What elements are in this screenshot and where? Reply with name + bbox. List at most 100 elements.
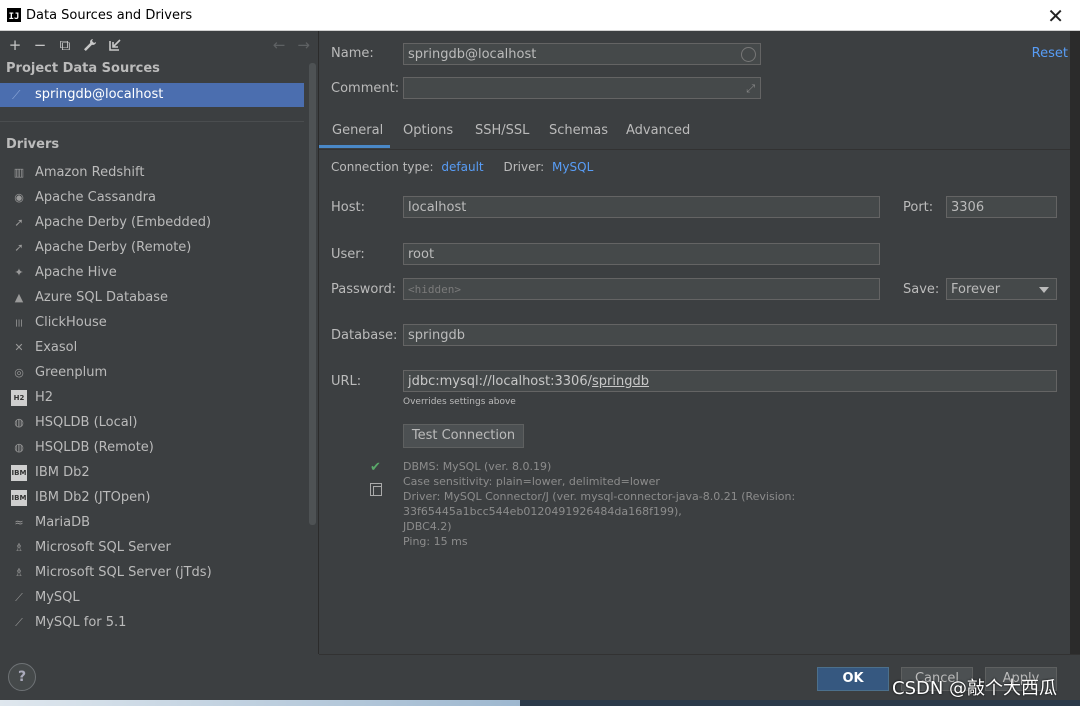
tab-schemas[interactable]: Schemas xyxy=(549,123,608,145)
driver-item[interactable]: H2 H2 xyxy=(0,385,318,410)
save-select[interactable]: Forever xyxy=(946,278,1057,300)
remove-icon[interactable]: − xyxy=(29,34,51,56)
driver-item[interactable]: ◍ HSQLDB (Local) xyxy=(0,410,318,435)
driver-label: Exasol xyxy=(35,340,78,355)
password-input[interactable]: <hidden> xyxy=(403,278,880,300)
port-label: Port: xyxy=(903,200,934,215)
driver-label: HSQLDB (Local) xyxy=(35,415,138,430)
h2-icon: H2 xyxy=(11,389,27,406)
data-source-label: springdb@localhost xyxy=(35,87,164,102)
chevron-down-icon xyxy=(1039,287,1049,293)
driver-list: ▥ Amazon Redshift ◉ Apache Cassandra ➚ Apache… xyxy=(0,160,318,635)
url-prefix: jdbc:mysql://localhost:3306/ xyxy=(408,374,592,389)
add-icon[interactable]: + xyxy=(4,34,26,56)
driver-item[interactable]: ➚ Apache Derby (Remote) xyxy=(0,235,318,260)
driver-label: MySQL xyxy=(35,590,80,605)
cassandra-icon: ◉ xyxy=(14,191,24,204)
tab-advanced[interactable]: Advanced xyxy=(626,123,690,145)
driver-item[interactable]: ◎ Greenplum xyxy=(0,360,318,385)
driver-item[interactable]: ⟋ MySQL for 5.1 xyxy=(0,610,318,635)
expand-icon[interactable]: ⤢ xyxy=(746,78,755,100)
copy-icon[interactable] xyxy=(370,483,382,496)
duplicate-icon[interactable]: ⧉ xyxy=(54,34,76,56)
connection-info: Connection type: default Driver: MySQL xyxy=(331,160,593,174)
status-line: Ping: 15 ms xyxy=(403,535,468,548)
name-input[interactable]: springdb@localhost xyxy=(403,43,761,65)
test-connection-button[interactable]: Test Connection xyxy=(403,424,524,448)
data-source-item[interactable]: ⟋ springdb@localhost xyxy=(0,83,304,107)
checkmark-icon: ✔ xyxy=(370,460,381,475)
ok-button[interactable]: OK xyxy=(817,667,889,691)
azure-icon: ▲ xyxy=(14,291,24,304)
clickhouse-icon: ||| xyxy=(15,318,23,327)
driver-label: HSQLDB (Remote) xyxy=(35,440,154,455)
greenplum-icon: ◎ xyxy=(14,366,24,379)
driver-item[interactable]: ➚ Apache Derby (Embedded) xyxy=(0,210,318,235)
driver-item[interactable]: ◍ HSQLDB (Remote) xyxy=(0,435,318,460)
driver-item[interactable]: ♗ Microsoft SQL Server xyxy=(0,535,318,560)
intellij-logo-icon: IJ xyxy=(7,8,21,22)
mysql-icon: ⟋ xyxy=(12,88,21,102)
driver-item[interactable]: ▲ Azure SQL Database xyxy=(0,285,318,310)
database-input[interactable]: springdb xyxy=(403,324,1057,346)
driver-label: ClickHouse xyxy=(35,315,107,330)
exasol-icon: ✕ xyxy=(14,341,24,354)
driver-item[interactable]: ♗ Microsoft SQL Server (jTds) xyxy=(0,560,318,585)
driver-item[interactable]: ▥ Amazon Redshift xyxy=(0,160,318,185)
status-line: JDBC4.2) xyxy=(403,520,452,533)
host-input[interactable]: localhost xyxy=(403,196,880,218)
driver-label: MySQL for 5.1 xyxy=(35,615,127,630)
driver-label: H2 xyxy=(35,390,54,405)
driver-item[interactable]: ◉ Apache Cassandra xyxy=(0,185,318,210)
ibm-icon: IBM xyxy=(11,489,27,506)
driver-item[interactable]: ≈ MariaDB xyxy=(0,510,318,535)
host-label: Host: xyxy=(331,200,365,215)
window-title: Data Sources and Drivers xyxy=(26,7,193,23)
color-picker-icon[interactable] xyxy=(741,47,756,62)
name-value: springdb@localhost xyxy=(408,47,537,62)
url-database: springdb xyxy=(591,374,649,389)
derby-icon: ➚ xyxy=(14,241,24,254)
tab-bar: General Options SSH/SSL Schemas Advanced xyxy=(319,119,1080,150)
hsqldb-icon: ◍ xyxy=(14,441,24,454)
mysql-icon: ⟋ xyxy=(15,590,23,604)
tab-ssh-ssl[interactable]: SSH/SSL xyxy=(475,123,529,145)
scrollbar[interactable] xyxy=(309,63,316,525)
tab-general[interactable]: General xyxy=(332,123,383,145)
connection-status: DBMS: MySQL (ver. 8.0.19) Case sensitivi… xyxy=(403,459,1043,549)
driver-link[interactable]: MySQL xyxy=(552,160,593,174)
driver-item[interactable]: ✕ Exasol xyxy=(0,335,318,360)
driver-item[interactable]: ||| ClickHouse xyxy=(0,310,318,335)
import-icon[interactable] xyxy=(104,34,126,56)
connection-type-link[interactable]: default xyxy=(441,160,483,174)
connection-type-label: Connection type: xyxy=(331,160,434,174)
driver-item[interactable]: ⟋ MySQL xyxy=(0,585,318,610)
url-input[interactable]: jdbc:mysql://localhost:3306/springdb xyxy=(403,370,1057,392)
driver-label: MariaDB xyxy=(35,515,91,530)
comment-input[interactable]: ⤢ xyxy=(403,77,761,99)
driver-label: Greenplum xyxy=(35,365,108,380)
wrench-icon[interactable] xyxy=(79,34,101,56)
mariadb-icon: ≈ xyxy=(14,516,24,529)
forward-icon[interactable]: → xyxy=(297,36,310,54)
driver-label: Microsoft SQL Server xyxy=(35,540,171,555)
driver-item[interactable]: ✦ Apache Hive xyxy=(0,260,318,285)
redshift-icon: ▥ xyxy=(13,166,25,179)
back-icon[interactable]: ← xyxy=(273,36,286,54)
close-icon[interactable]: ✕ xyxy=(1047,4,1064,28)
watermark: CSDN @敲个大西瓜 xyxy=(892,678,1058,699)
tab-options[interactable]: Options xyxy=(403,123,453,145)
mssql-icon: ♗ xyxy=(14,541,24,554)
driver-label: IBM Db2 (JTOpen) xyxy=(35,490,151,505)
database-label: Database: xyxy=(331,328,398,343)
user-input[interactable]: root xyxy=(403,243,880,265)
port-input[interactable]: 3306 xyxy=(946,196,1057,218)
driver-item[interactable]: IBM IBM Db2 xyxy=(0,460,318,485)
status-line: DBMS: MySQL (ver. 8.0.19) xyxy=(403,460,552,473)
left-toolbar: + − ⧉ ← → xyxy=(0,31,318,59)
driver-label: Azure SQL Database xyxy=(35,290,169,305)
reset-link[interactable]: Reset xyxy=(1032,46,1068,61)
help-button[interactable]: ? xyxy=(8,663,36,691)
derby-icon: ➚ xyxy=(14,216,24,229)
driver-item[interactable]: IBM IBM Db2 (JTOpen) xyxy=(0,485,318,510)
